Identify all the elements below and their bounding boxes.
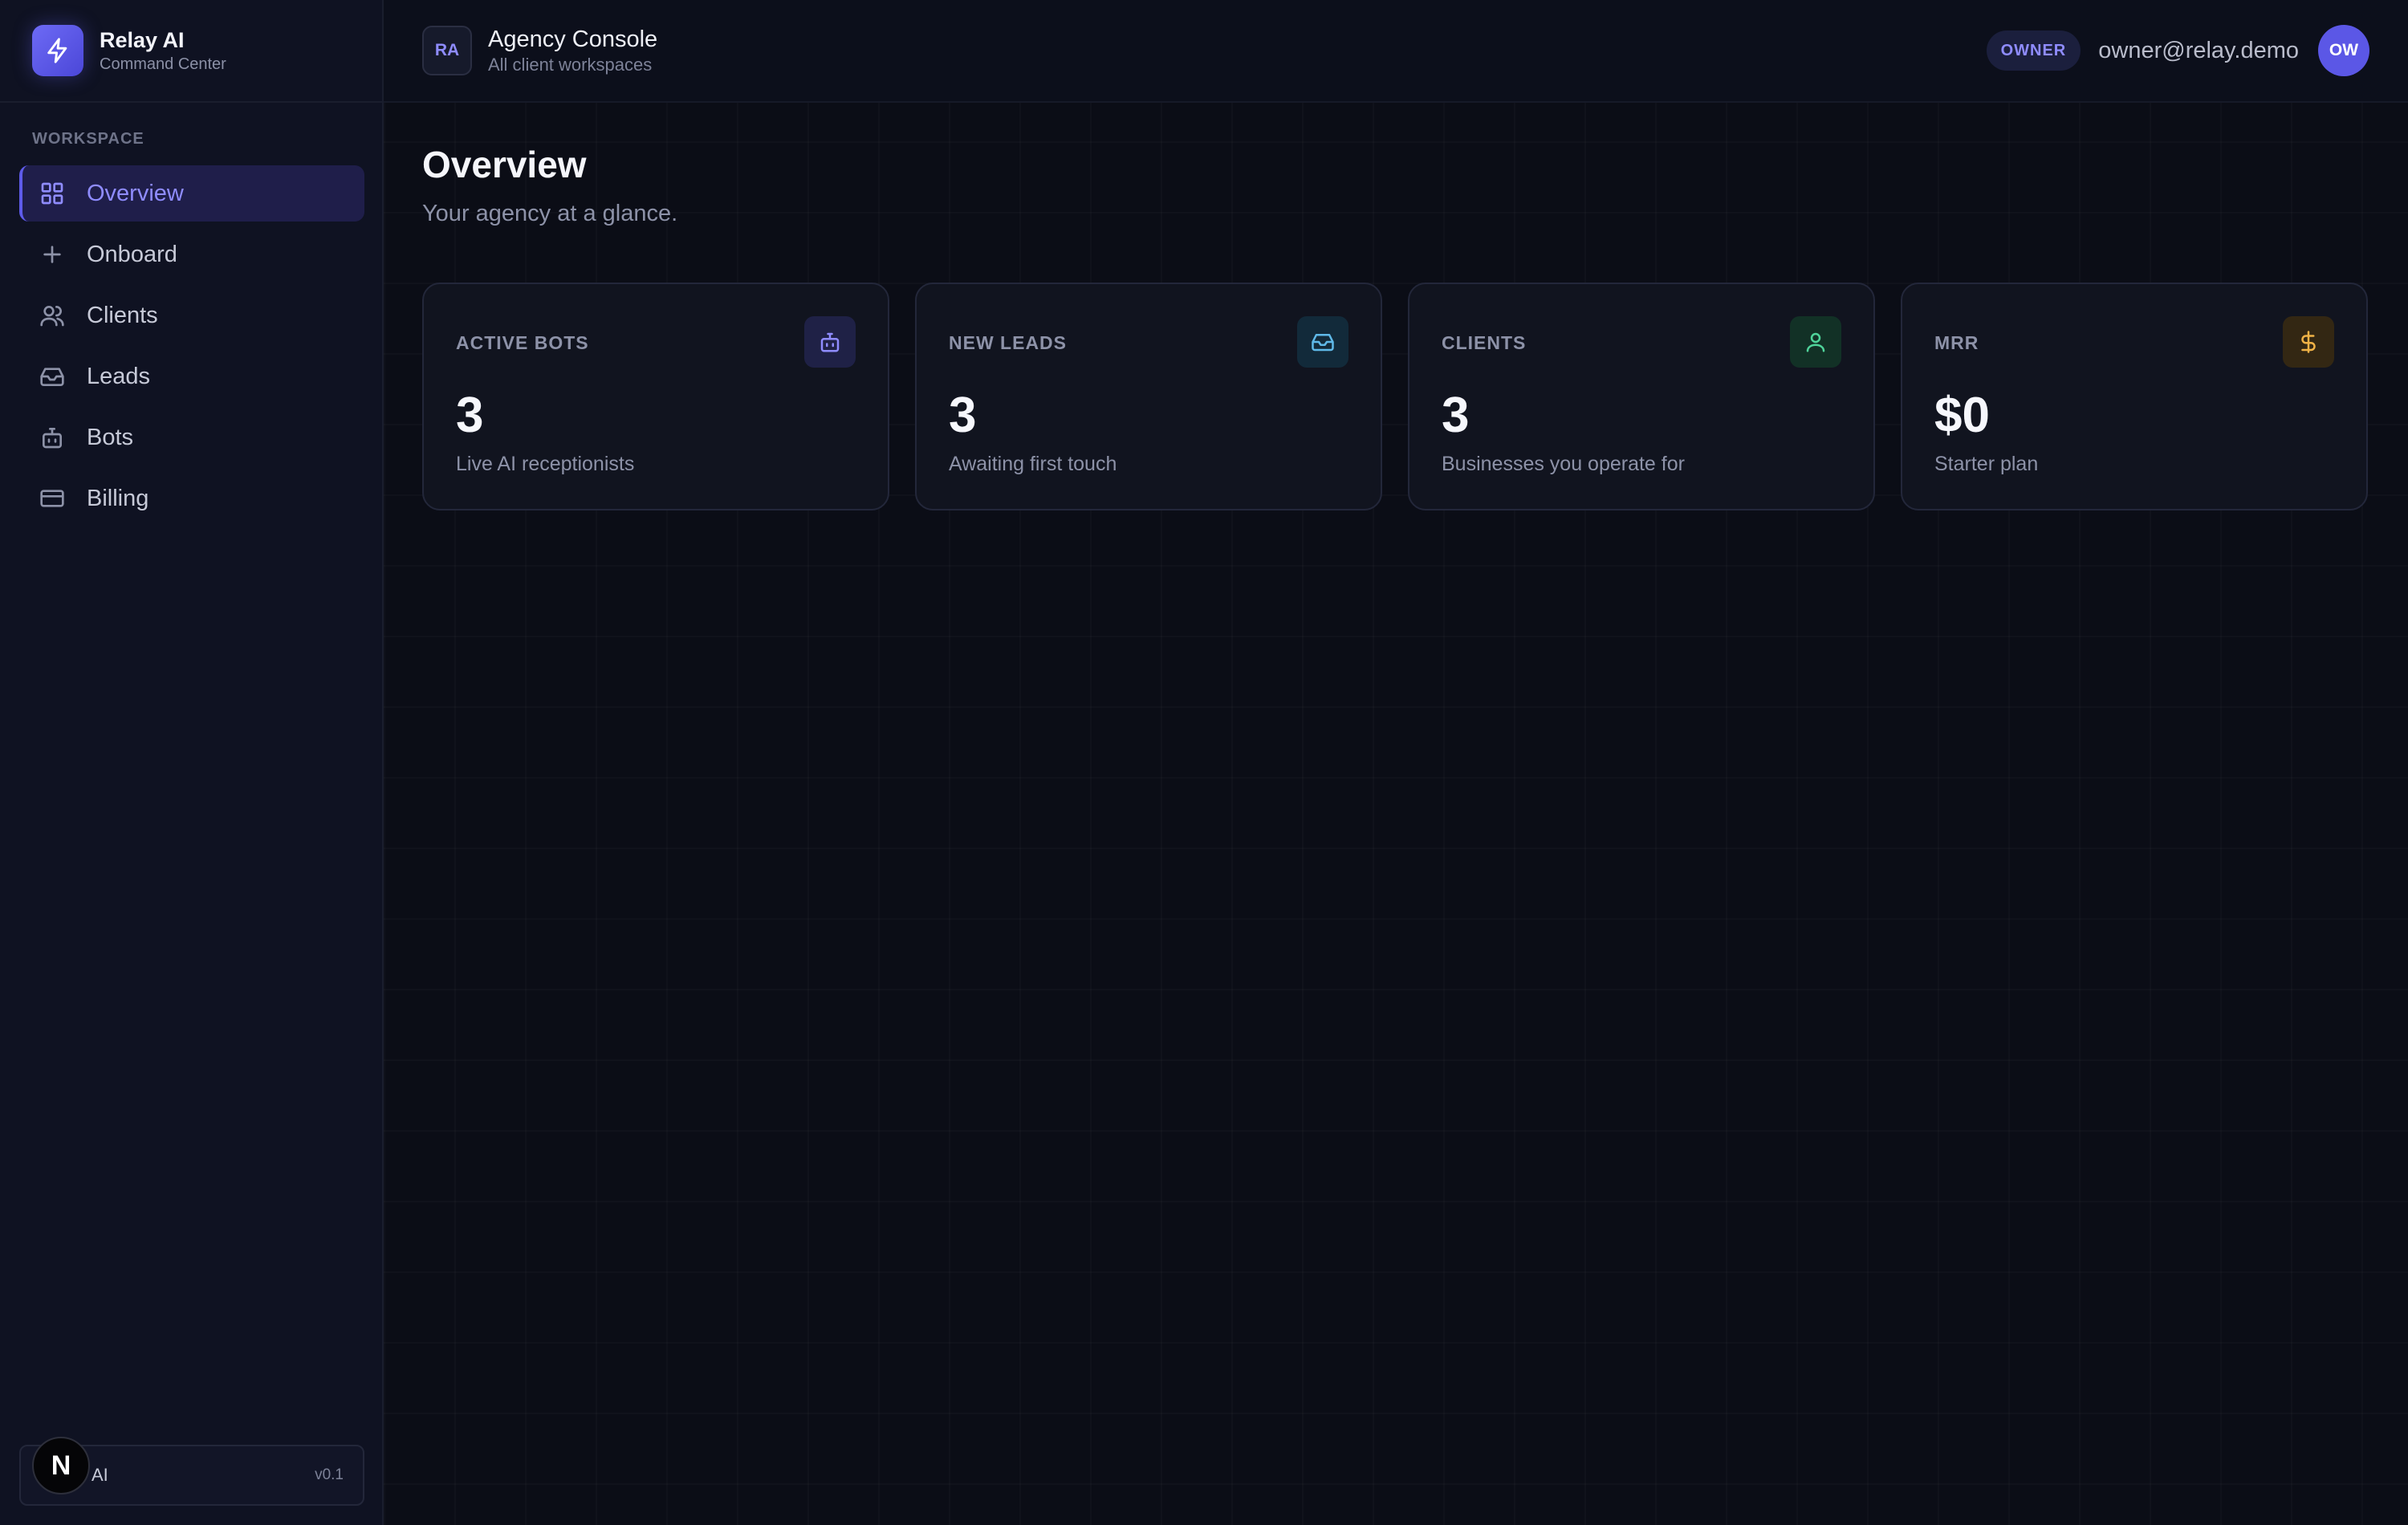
sidebar: Relay AI Command Center WORKSPACE Overvi… [0,0,384,1525]
sidebar-item-bots[interactable]: Bots [19,409,364,466]
brand-name: Relay AI [100,28,185,52]
page-subtitle: Your agency at a glance. [422,201,678,226]
version-label: v0.1 [315,1466,344,1483]
stat-card-clients: CLIENTS 3 Businesses you operate for [1408,283,1875,510]
main-content: RA Agency Console All client workspaces … [384,0,2408,1525]
sidebar-item-leads[interactable]: Leads [19,348,364,405]
brand-subtitle: Command Center [100,55,226,73]
section-label-workspace: WORKSPACE [32,130,144,148]
card-description: Live AI receptionists [456,453,635,475]
sidebar-item-label: Clients [87,302,158,328]
stat-card-new-leads: NEW LEADS 3 Awaiting first touch [915,283,1382,510]
card-label: MRR [1934,332,1979,353]
dollar-icon [2283,316,2334,368]
card-description: Awaiting first touch [949,453,1117,475]
credit-card-icon [39,485,66,512]
sidebar-item-label: Bots [87,424,134,450]
card-description: Starter plan [1934,453,2039,475]
card-value: 3 [456,388,484,443]
bot-icon [39,424,66,451]
card-value: 3 [1442,388,1470,443]
plus-icon [39,241,66,268]
avatar[interactable]: OW [2318,25,2369,76]
card-label: CLIENTS [1442,332,1527,353]
role-badge: OWNER [1986,31,2081,71]
workspace-subtitle: All client workspaces [488,55,653,75]
inbox-icon [1297,316,1348,368]
inbox-icon [39,363,66,390]
sidebar-item-onboard[interactable]: Onboard [19,226,364,283]
user-icon [1790,316,1841,368]
topbar: RA Agency Console All client workspaces … [384,0,2408,103]
sidebar-item-label: Billing [87,485,149,511]
card-label: NEW LEADS [949,332,1067,353]
dev-tools-badge[interactable]: N [32,1437,90,1494]
stat-card-active-bots: ACTIVE BOTS 3 Live AI receptionists [422,283,889,510]
stat-card-mrr: MRR $0 Starter plan [1901,283,2368,510]
lightning-icon [32,25,83,76]
card-label: ACTIVE BOTS [456,332,589,353]
stats-cards: ACTIVE BOTS 3 Live AI receptionists NEW … [422,283,2368,510]
user-email: owner@relay.demo [2098,37,2299,63]
sidebar-item-clients[interactable]: Clients [19,287,364,344]
card-description: Businesses you operate for [1442,453,1685,475]
workspace-title: Agency Console [488,26,658,52]
brand[interactable]: Relay AI Command Center [0,0,382,103]
sidebar-nav: Overview Onboard Clients Leads Bots Bill… [19,165,364,531]
card-value: $0 [1934,388,1990,443]
sidebar-item-billing[interactable]: Billing [19,470,364,527]
grid-icon [39,180,66,207]
sidebar-item-label: Onboard [87,241,177,267]
footer-name: AI [92,1465,108,1485]
sidebar-item-label: Overview [87,180,184,206]
workspace-badge[interactable]: RA [422,26,472,75]
page-title: Overview [422,144,587,185]
sidebar-item-label: Leads [87,363,151,389]
bot-icon [804,316,856,368]
card-value: 3 [949,388,977,443]
sidebar-item-overview[interactable]: Overview [19,165,364,222]
users-icon [39,302,66,329]
